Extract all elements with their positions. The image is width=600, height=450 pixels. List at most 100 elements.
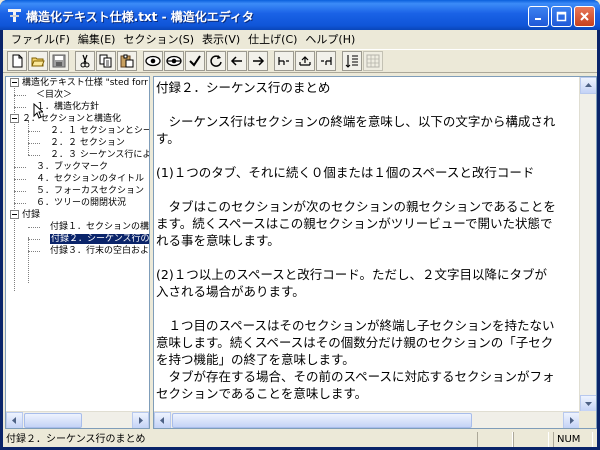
save-button[interactable] <box>49 51 69 71</box>
open-icon <box>31 57 45 67</box>
scroll-left-button[interactable] <box>6 412 23 428</box>
new-button[interactable] <box>7 51 27 71</box>
close-button[interactable] <box>574 6 595 27</box>
text-line: ます。続くスペースはこの親セクションがツリービューで開いた状態で <box>156 216 553 231</box>
section-tree-pane[interactable]: 構造化テキスト仕様 "sted forr ＜目次＞ １．構造化方針 ２．セクショ… <box>5 76 150 429</box>
maximize-button[interactable] <box>551 6 572 27</box>
indent-left-icon <box>278 57 289 65</box>
eye-closed-icon <box>166 55 182 67</box>
text-line: を持つ機能」の終了を意味します。 <box>156 352 355 367</box>
tree-item[interactable]: ３．ブックマーク <box>36 161 148 173</box>
chevron-left-icon <box>160 417 164 424</box>
text-line: タブはこのセクションが次のセクションの親セクションであることを <box>156 199 556 214</box>
text-line: れる事を意味します。 <box>156 233 280 248</box>
tree-item[interactable]: ４．セクションのタイトル <box>36 173 148 185</box>
menu-section[interactable]: セクション(S) <box>119 31 198 47</box>
tree-item[interactable]: ６．ツリーの開閉状況 <box>36 197 148 209</box>
move-right-button[interactable] <box>248 51 268 71</box>
cut-button[interactable] <box>75 51 95 71</box>
scroll-right-button[interactable] <box>563 412 580 428</box>
tree-root[interactable]: 構造化テキスト仕様 "sted forr <box>22 77 149 89</box>
check-icon <box>189 55 201 67</box>
document-pane[interactable]: 付録２．シーケンス行のまとめ シーケンス行はセクションの終端を意味し、以下の文字… <box>153 76 597 429</box>
chevron-right-icon <box>139 417 143 424</box>
text-line: セクションであることを意味します。 <box>156 386 368 401</box>
section-tree: 構造化テキスト仕様 "sted forr ＜目次＞ １．構造化方針 ２．セクショ… <box>6 77 149 412</box>
new-icon <box>12 54 23 68</box>
chevron-right-icon <box>570 417 574 424</box>
tree-item[interactable]: １．構造化方針 <box>36 101 148 113</box>
outline-button[interactable] <box>342 51 362 71</box>
text-line: (1)１つのタブ、それに続く０個または１個のスペースと改行コード <box>156 165 535 180</box>
scrollbar-corner <box>579 411 596 428</box>
tree-expander[interactable] <box>10 114 19 123</box>
copy-icon <box>99 54 112 68</box>
move-left-button[interactable] <box>227 51 247 71</box>
client-area: ファイル(F) 編集(E) セクション(S) 表示(V) 仕上げ(C) ヘルプ(… <box>3 30 597 447</box>
tree-item[interactable]: ２．２ セクション <box>50 137 149 149</box>
tree-expander[interactable] <box>10 78 19 87</box>
chevron-up-icon <box>585 83 592 87</box>
scroll-thumb[interactable] <box>24 413 82 428</box>
hide-button[interactable] <box>164 51 184 71</box>
document-text[interactable]: 付録２．シーケンス行のまとめ シーケンス行はセクションの終端を意味し、以下の文字… <box>154 77 580 412</box>
scroll-thumb[interactable] <box>172 413 472 428</box>
app-window: 構造化テキスト仕様.txt - 構造化エディタ ファイル(F) 編集(E) セク… <box>0 0 600 450</box>
refresh-button[interactable] <box>206 51 226 71</box>
arrow-left-icon <box>230 56 242 66</box>
indent-left-button[interactable] <box>274 51 294 71</box>
tree-item[interactable]: ２．１ セクションとシーケンス <box>50 125 149 137</box>
indent-right-icon <box>321 57 332 65</box>
tree-item[interactable]: ＜目次＞ <box>36 89 148 101</box>
scroll-down-button[interactable] <box>580 395 596 412</box>
mouse-cursor-icon <box>33 103 43 119</box>
scroll-right-button[interactable] <box>132 412 149 428</box>
tree-item[interactable]: ２．３ シーケンス行による構 <box>50 149 149 161</box>
paste-icon <box>120 54 134 68</box>
outline-icon <box>345 55 358 68</box>
chevron-left-icon <box>12 417 16 424</box>
app-icon <box>8 9 21 22</box>
paste-button[interactable] <box>117 51 137 71</box>
tree-horizontal-scrollbar[interactable] <box>6 411 149 428</box>
indent-up-icon <box>299 56 311 66</box>
cut-icon <box>80 54 90 68</box>
menu-bar: ファイル(F) 編集(E) セクション(S) 表示(V) 仕上げ(C) ヘルプ(… <box>3 30 597 48</box>
menu-edit[interactable]: 編集(E) <box>74 31 120 47</box>
tree-item-selected[interactable]: 付録２．シーケンス行のまと <box>50 233 149 245</box>
copy-button[interactable] <box>96 51 116 71</box>
indent-up-button[interactable] <box>295 51 315 71</box>
document-horizontal-scrollbar[interactable] <box>154 411 580 428</box>
minimize-button[interactable] <box>528 6 549 27</box>
document-heading: 付録２．シーケンス行のまとめ <box>156 80 331 95</box>
text-line: す。 <box>156 131 180 146</box>
status-bar: 付録２．シーケンス行のまとめ NUM <box>3 432 597 447</box>
open-button[interactable] <box>28 51 48 71</box>
show-button[interactable] <box>143 51 163 71</box>
text-line: タブが存在する場合、その前のスペースに対応するセクションがフォ <box>156 369 555 384</box>
status-cell-empty <box>513 432 549 447</box>
minimize-icon <box>535 18 541 20</box>
menu-finish[interactable]: 仕上げ(C) <box>244 31 301 47</box>
text-line: シーケンス行はセクションの終端を意味し、以下の文字から構成され <box>156 114 556 129</box>
status-num: NUM <box>553 432 593 447</box>
tree-expander[interactable] <box>10 210 19 219</box>
scroll-up-button[interactable] <box>580 77 596 94</box>
title-bar[interactable]: 構造化テキスト仕様.txt - 構造化エディタ <box>0 0 600 30</box>
tree-item[interactable]: 付録 <box>22 209 149 221</box>
scroll-left-button[interactable] <box>154 412 171 428</box>
menu-help[interactable]: ヘルプ(H) <box>301 31 359 47</box>
tree-item[interactable]: 付録１．セクションの構造化 <box>50 221 149 233</box>
grid-button[interactable] <box>363 51 383 71</box>
tree-item[interactable]: 付録３．行末の空白および <box>50 245 149 257</box>
menu-file[interactable]: ファイル(F) <box>7 31 74 47</box>
tree-item[interactable]: ５．フォーカスセクション <box>36 185 148 197</box>
document-vertical-scrollbar[interactable] <box>579 77 596 412</box>
indent-right-button[interactable] <box>316 51 336 71</box>
tree-guide-line <box>28 121 29 155</box>
arrow-right-icon <box>253 56 265 66</box>
check-button[interactable] <box>185 51 205 71</box>
save-icon <box>52 54 66 68</box>
text-line: 入される場合があります。 <box>156 284 305 299</box>
menu-view[interactable]: 表示(V) <box>198 31 244 47</box>
